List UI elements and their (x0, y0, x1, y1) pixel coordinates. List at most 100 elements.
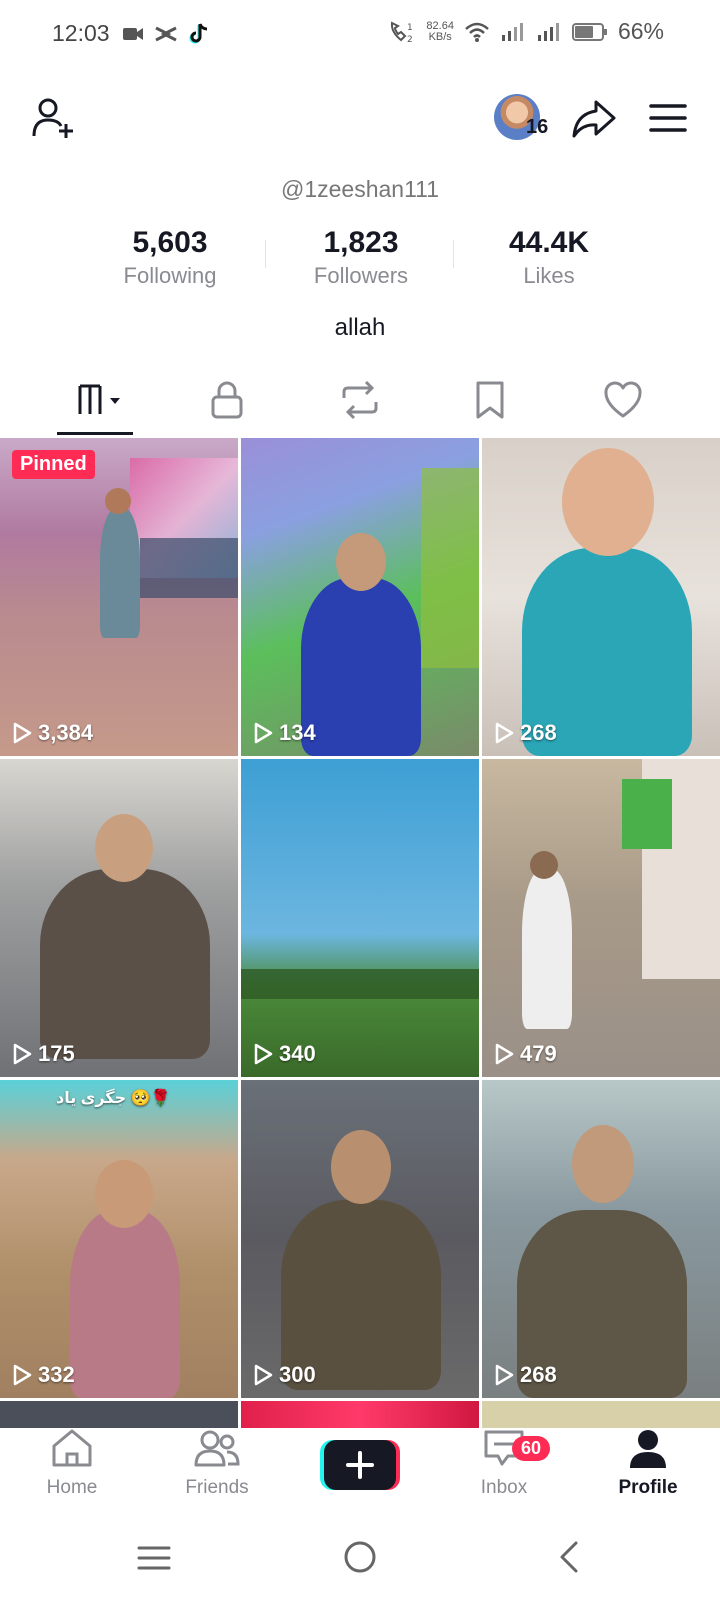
wifi-icon (465, 22, 489, 42)
tab-videos[interactable] (70, 372, 130, 428)
nav-inbox-label: Inbox (480, 1477, 528, 1498)
nav-profile[interactable]: Profile (588, 1428, 708, 1499)
svg-text:2: 2 (407, 35, 413, 44)
nav-friends[interactable]: Friends (157, 1428, 277, 1499)
video-thumbnail[interactable]: 300 (241, 1080, 479, 1398)
view-count: 268 (494, 720, 557, 746)
stat-likes[interactable]: 44.4K Likes (459, 226, 639, 292)
photo-person-head (572, 1125, 634, 1203)
view-count: 340 (253, 1041, 316, 1067)
photo-person-head (530, 851, 558, 879)
video-thumbnail[interactable]: جگری یاد 🥺🌹 332 (0, 1080, 238, 1398)
video-thumbnail[interactable]: 175 (0, 759, 238, 1077)
play-icon (13, 722, 32, 744)
play-icon (13, 1364, 32, 1386)
recents-icon[interactable] (136, 1542, 172, 1574)
stat-divider (453, 240, 454, 268)
video-thumbnail[interactable]: 268 (482, 438, 720, 756)
nav-friends-label: Friends (185, 1477, 249, 1498)
system-nav-bar (0, 1528, 720, 1588)
inbox-badge: 60 (512, 1436, 551, 1461)
view-count-value: 340 (279, 1041, 316, 1066)
tab-private[interactable] (197, 372, 257, 428)
play-icon (254, 722, 273, 744)
photo-person-head (562, 448, 654, 556)
photo-person-head (105, 488, 131, 514)
nav-profile-label: Profile (618, 1477, 678, 1498)
view-count: 300 (253, 1362, 316, 1388)
play-icon (495, 1364, 514, 1386)
stat-divider (265, 240, 266, 268)
menu-icon[interactable] (648, 98, 688, 138)
play-icon (13, 1043, 32, 1065)
view-count-value: 479 (520, 1041, 557, 1066)
call-icon: 12 (391, 20, 413, 44)
view-count: 479 (494, 1041, 557, 1067)
video-thumbnail[interactable] (482, 1401, 720, 1429)
photo-person-head (331, 1130, 391, 1204)
followers-label: Followers (313, 263, 409, 288)
friends-icon (194, 1430, 240, 1467)
share-icon[interactable] (570, 94, 618, 142)
view-count: 175 (12, 1041, 75, 1067)
video-thumbnail[interactable]: 268 (482, 1080, 720, 1398)
capcut-icon (155, 26, 177, 42)
video-thumbnail[interactable]: Pinned 3,384 (0, 438, 238, 756)
net-speed: 82.64 KB/s (426, 19, 454, 43)
bio: allah (334, 314, 386, 341)
play-icon (495, 722, 514, 744)
avatar-count: 16 (526, 116, 549, 138)
tab-active-indicator (57, 432, 133, 435)
view-count: 3,384 (12, 720, 93, 746)
following-label: Following (123, 263, 217, 288)
photo-person-head (336, 533, 386, 591)
heart-icon (604, 381, 642, 418)
likes-label: Likes (523, 263, 575, 288)
photo-person (70, 1210, 180, 1398)
create-button[interactable] (320, 1440, 400, 1490)
video-thumbnail[interactable]: 340 (241, 759, 479, 1077)
repost-icon (342, 380, 378, 420)
view-count: 268 (494, 1362, 557, 1388)
view-count: 332 (12, 1362, 75, 1388)
video-thumbnail[interactable]: 479 (482, 759, 720, 1077)
net-speed-unit: KB/s (428, 30, 452, 43)
tab-favorites[interactable] (460, 372, 520, 428)
home-circle-icon[interactable] (343, 1540, 377, 1574)
photo-person (301, 578, 421, 756)
video-thumbnail[interactable] (241, 1401, 479, 1429)
view-count-value: 268 (520, 720, 557, 745)
photo-person-head (95, 814, 153, 882)
tiktok-icon (189, 23, 208, 44)
back-icon[interactable] (556, 1540, 580, 1574)
view-count-value: 332 (38, 1362, 75, 1387)
tab-liked[interactable] (593, 372, 653, 428)
nav-home-label: Home (46, 1477, 98, 1498)
view-count-value: 175 (38, 1041, 75, 1066)
video-caption: جگری یاد 🥺🌹 (56, 1090, 171, 1107)
photo-person-head (95, 1160, 153, 1228)
likes-count: 44.4K (508, 226, 590, 259)
status-right: 12 82.64 KB/s 66% (388, 18, 664, 45)
view-count-value: 268 (520, 1362, 557, 1387)
tab-reposts[interactable] (330, 372, 390, 428)
nav-home[interactable]: Home (12, 1428, 132, 1499)
video-thumbnail[interactable] (0, 1401, 238, 1429)
followers-count: 1,823 (323, 226, 399, 259)
play-icon (254, 1043, 273, 1065)
stat-following[interactable]: 5,603 Following (80, 226, 260, 292)
add-friend-icon[interactable] (30, 94, 78, 142)
bookmark-icon (476, 381, 504, 419)
status-bar: 12:03 12 82.64 KB/s 66% (0, 0, 720, 70)
video-camera-icon (123, 28, 143, 40)
photo-person (100, 508, 140, 638)
video-thumbnail[interactable]: 134 (241, 438, 479, 756)
battery-percent: 66% (617, 18, 664, 44)
stat-followers[interactable]: 1,823 Followers (271, 226, 451, 292)
following-count: 5,603 (132, 226, 208, 259)
profile-icon (630, 1430, 666, 1468)
play-icon (254, 1364, 273, 1386)
view-count: 134 (253, 720, 316, 746)
net-speed-value: 82.64 (426, 19, 454, 32)
play-icon (495, 1043, 514, 1065)
